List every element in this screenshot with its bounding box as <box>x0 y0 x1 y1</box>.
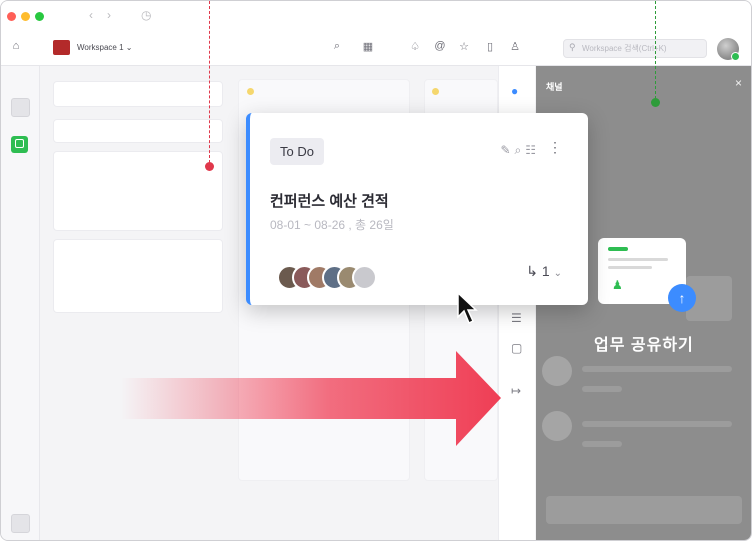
message-input-placeholder <box>546 496 742 524</box>
leader-line-right <box>655 1 656 99</box>
close-icon[interactable]: × <box>735 76 742 90</box>
placeholder-line <box>582 386 622 392</box>
illustration-line <box>608 258 668 261</box>
leader-dot-left <box>205 162 214 171</box>
history-icon[interactable]: ◷ <box>141 8 151 22</box>
settings-tile[interactable] <box>11 514 30 533</box>
checklist-icon[interactable]: ☷ <box>525 143 540 157</box>
minimize-window-dot[interactable] <box>21 12 30 21</box>
task-card[interactable] <box>53 151 223 231</box>
table-icon[interactable]: ▦ <box>361 40 375 53</box>
share-task-label: 업무 공유하기 <box>594 337 694 354</box>
app-window: ‹ › ◷ ⌂ Workspace 1 ⌄ ⌕ ▦ ♤ @ ☆ ▯ ♙ ⚲ Wo… <box>0 0 752 541</box>
placeholder-avatar <box>542 411 572 441</box>
search-placeholder: Workspace 검색(Ctrl+K) <box>582 44 667 53</box>
illustration-line <box>608 266 652 269</box>
person-icon: ♟ <box>612 278 623 292</box>
calendar-icon[interactable]: ▢ <box>511 341 522 355</box>
workspace-tile-grey[interactable] <box>11 98 30 117</box>
list-icon[interactable]: ☰ <box>511 311 522 325</box>
status-badge[interactable]: To Do <box>270 138 324 165</box>
doc-icon[interactable]: ▯ <box>483 40 497 53</box>
home-icon[interactable]: ⌂ <box>9 40 23 52</box>
at-icon[interactable]: @ <box>433 40 447 52</box>
forward-icon[interactable]: › <box>107 8 111 22</box>
workspace-switcher[interactable]: Workspace 1 ⌄ <box>77 43 132 52</box>
task-date-range: 08-01 ~ 08-26 , 총 26일 <box>270 218 394 232</box>
user-avatar[interactable] <box>717 38 740 61</box>
comment-icon[interactable]: ⌕ <box>515 143 526 157</box>
more-options-icon[interactable]: ⋮ <box>548 139 562 156</box>
subtask-counter[interactable]: ↳ 1 ⌄ <box>526 263 562 280</box>
chevron-down-icon: ⌄ <box>553 268 562 279</box>
column-color-dot <box>432 88 439 95</box>
title-bar: ‹ › ◷ <box>1 1 751 31</box>
bell-icon[interactable]: ♤ <box>408 40 422 53</box>
subtask-count: 1 <box>541 263 550 279</box>
task-popup-card[interactable]: To Do ✎⌕☷ ⋮ 컨퍼런스 예산 견적 08-01 ~ 08-26 , 총… <box>246 113 588 305</box>
card-action-icons: ✎⌕☷ <box>500 143 540 158</box>
pin-icon[interactable]: ✎ <box>500 143 514 157</box>
chat-bubble-icon[interactable]: ● <box>511 84 518 98</box>
board-column-header-1[interactable] <box>53 81 223 107</box>
arrow-shape <box>121 351 501 446</box>
assignee-avatar <box>352 265 377 290</box>
exit-panel-icon[interactable]: ↦ <box>511 384 521 398</box>
star-icon[interactable]: ☆ <box>457 40 471 53</box>
chat-search-icon[interactable]: ⌕ <box>330 40 344 53</box>
leader-dot-right <box>651 98 660 107</box>
back-icon[interactable]: ‹ <box>89 8 93 22</box>
people-icon[interactable]: ♙ <box>508 40 522 53</box>
mouse-cursor-icon <box>457 291 478 325</box>
task-title: 컨퍼런스 예산 견적 <box>270 193 389 210</box>
workspace-name: Workspace 1 <box>77 43 124 52</box>
online-status-dot <box>731 52 740 61</box>
placeholder-line <box>582 421 732 427</box>
placeholder-line <box>582 441 622 447</box>
placeholder-line <box>582 366 732 372</box>
share-upload-button[interactable]: ↑ <box>668 284 696 312</box>
leader-line-left <box>209 1 210 163</box>
chevron-down-icon: ⌄ <box>125 43 133 52</box>
workspace-logo <box>53 40 70 55</box>
task-card[interactable] <box>53 239 223 313</box>
illustration-accent <box>608 247 628 251</box>
task-card[interactable] <box>53 119 223 143</box>
search-icon: ⚲ <box>569 42 576 52</box>
workspace-tile-green[interactable] <box>11 136 28 153</box>
top-toolbar: ⌂ Workspace 1 ⌄ ⌕ ▦ ♤ @ ☆ ▯ ♙ ⚲ Workspac… <box>1 31 751 66</box>
column-color-dot <box>247 88 254 95</box>
placeholder-avatar <box>542 356 572 386</box>
direction-arrow <box>121 351 501 446</box>
search-input[interactable]: ⚲ Workspace 검색(Ctrl+K) <box>563 39 707 58</box>
left-rail <box>1 66 40 540</box>
subtask-icon: ↳ <box>526 263 539 279</box>
close-window-dot[interactable] <box>7 12 16 21</box>
maximize-window-dot[interactable] <box>35 12 44 21</box>
panel-title: 채널 <box>546 82 563 92</box>
